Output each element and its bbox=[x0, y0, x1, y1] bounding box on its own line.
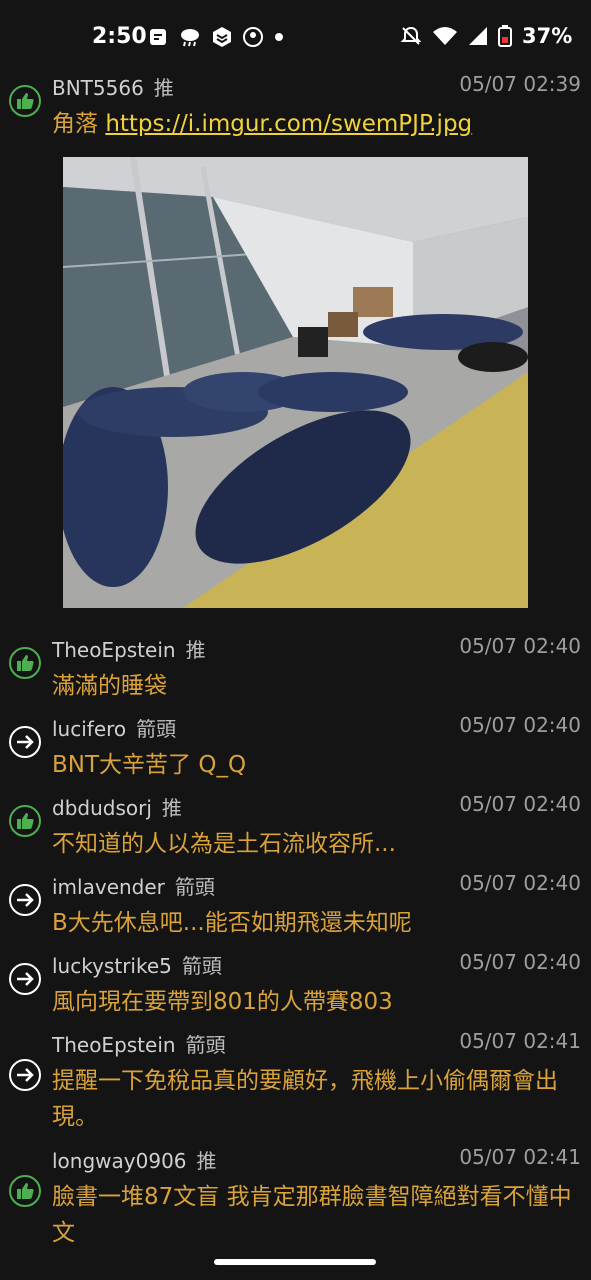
comment-tag: 箭頭 bbox=[185, 1033, 226, 1057]
comment-text: 角落 https://i.imgur.com/swemPJP.jpg bbox=[52, 111, 473, 137]
comment-text: 滿滿的睡袋 bbox=[52, 673, 167, 699]
comment-author[interactable]: luckystrike5 箭頭 bbox=[52, 950, 222, 979]
dot-icon bbox=[275, 33, 283, 41]
comment-time: 05/07 02:40 bbox=[459, 634, 581, 658]
comment-author[interactable]: dbdudsorj 推 bbox=[52, 792, 182, 821]
notification-icon bbox=[150, 29, 166, 45]
comment-tag: 推 bbox=[153, 76, 174, 100]
thumbs-up-icon bbox=[9, 647, 41, 679]
comment-text: 提醒一下免稅品真的要顧好，飛機上小偷偶爾會出現。 bbox=[52, 1068, 558, 1130]
comment-author[interactable]: BNT5566 推 bbox=[52, 72, 174, 101]
signal-icon bbox=[469, 27, 487, 45]
status-right: 37% bbox=[400, 24, 572, 48]
comment-author[interactable]: TheoEpstein 箭頭 bbox=[52, 1029, 226, 1058]
status-left-icons bbox=[148, 26, 284, 48]
comment-time: 05/07 02:40 bbox=[459, 871, 581, 895]
wifi-icon bbox=[433, 27, 457, 45]
app-icon bbox=[213, 27, 231, 47]
thumbs-up-icon bbox=[9, 805, 41, 837]
comment-text: 風向現在要帶到801的人帶賽803 bbox=[52, 989, 393, 1015]
comment-text: BNT大辛苦了 Q_Q bbox=[52, 752, 247, 778]
comment-author[interactable]: imlavender 箭頭 bbox=[52, 871, 215, 900]
status-bar: 2:50 37% bbox=[0, 0, 591, 78]
comment-tag: 推 bbox=[196, 1149, 217, 1173]
comment-time: 05/07 02:39 bbox=[459, 72, 581, 96]
comment-time: 05/07 02:41 bbox=[459, 1145, 581, 1169]
comment-tag: 箭頭 bbox=[174, 875, 215, 899]
battery-level: 37% bbox=[522, 24, 573, 48]
comment-text: 不知道的人以為是土石流收容所... bbox=[52, 831, 396, 857]
image-preview[interactable] bbox=[63, 157, 528, 608]
comment-tag: 箭頭 bbox=[136, 717, 177, 741]
comment-time: 05/07 02:40 bbox=[459, 792, 581, 816]
arrow-right-icon bbox=[9, 884, 41, 916]
mute-icon bbox=[400, 26, 422, 45]
arrow-right-icon bbox=[9, 726, 41, 758]
comment-time: 05/07 02:40 bbox=[459, 950, 581, 974]
comment-tag: 箭頭 bbox=[181, 954, 222, 978]
battery-icon bbox=[498, 25, 512, 47]
arrow-right-icon bbox=[9, 963, 41, 995]
comment-author[interactable]: TheoEpstein 推 bbox=[52, 634, 206, 663]
comment-tag: 推 bbox=[185, 638, 206, 662]
comment-text: B大先休息吧...能否如期飛還未知呢 bbox=[52, 910, 412, 936]
comment-author[interactable]: lucifero 箭頭 bbox=[52, 713, 176, 742]
thumbs-up-icon bbox=[9, 85, 41, 117]
status-time: 2:50 bbox=[92, 24, 147, 49]
gesture-nav-handle[interactable] bbox=[214, 1259, 376, 1265]
comment-text: 臉書一堆87文盲 我肯定那群臉書智障絕對看不懂中文 bbox=[52, 1184, 572, 1246]
comment-tag: 推 bbox=[161, 796, 182, 820]
comment-time: 05/07 02:40 bbox=[459, 713, 581, 737]
image-link[interactable]: https://i.imgur.com/swemPJP.jpg bbox=[105, 111, 472, 137]
comment-time: 05/07 02:41 bbox=[459, 1029, 581, 1053]
comment-author[interactable]: longway0906 推 bbox=[52, 1145, 217, 1174]
weather-icon bbox=[181, 29, 199, 47]
app-icon bbox=[243, 27, 263, 47]
arrow-right-icon bbox=[9, 1059, 41, 1091]
thumbs-up-icon bbox=[9, 1175, 41, 1207]
